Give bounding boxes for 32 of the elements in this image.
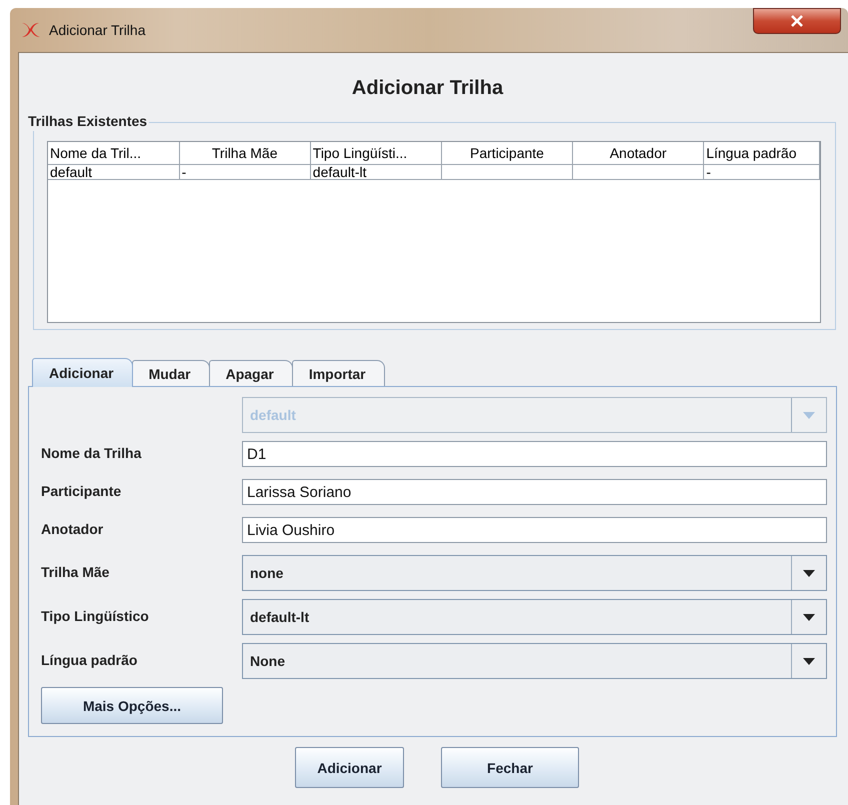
group-title: Trilhas Existentes: [28, 113, 148, 129]
table-cell: -: [706, 165, 711, 179]
table-cell: -: [182, 165, 186, 179]
tab[interactable]: Importar: [292, 360, 385, 386]
dropdown[interactable]: None: [242, 643, 827, 679]
dialog-heading: Adicionar Trilha: [352, 77, 504, 101]
tab[interactable]: Apagar: [208, 360, 293, 386]
text-field[interactable]: D1: [242, 441, 827, 467]
column-header[interactable]: Nome da Tril...: [50, 145, 142, 161]
field-label: Participante: [41, 483, 122, 499]
dialog-button[interactable]: Adicionar: [295, 747, 404, 788]
column-header[interactable]: Língua padrão: [706, 145, 797, 161]
tab[interactable]: Adicionar: [32, 358, 133, 387]
window-title: Adicionar Trilha: [49, 22, 146, 38]
text-field[interactable]: Livia Oushiro: [242, 517, 827, 543]
column-header[interactable]: Trilha Mãe: [212, 145, 278, 161]
text-field[interactable]: Larissa Soriano: [242, 479, 827, 505]
field-label: Anotador: [41, 521, 104, 537]
field-label: Trilha Mãe: [41, 564, 110, 580]
column-header[interactable]: Participante: [470, 145, 544, 161]
dropdown[interactable]: none: [242, 555, 827, 591]
tab[interactable]: Mudar: [132, 360, 210, 386]
table-cell: default: [50, 165, 92, 179]
dialog-button[interactable]: Fechar: [441, 747, 579, 788]
field-label: Nome da Trilha: [41, 445, 142, 461]
field-label: Língua padrão: [41, 652, 138, 668]
dropdown[interactable]: default-lt: [242, 599, 827, 635]
field-label: Tipo Lingüístico: [41, 608, 149, 624]
table-cell: default-lt: [312, 165, 366, 179]
more-options-button[interactable]: Mais Opções...: [41, 687, 223, 724]
column-header[interactable]: Tipo Lingüísti...: [312, 145, 408, 161]
column-header[interactable]: Anotador: [610, 145, 667, 161]
